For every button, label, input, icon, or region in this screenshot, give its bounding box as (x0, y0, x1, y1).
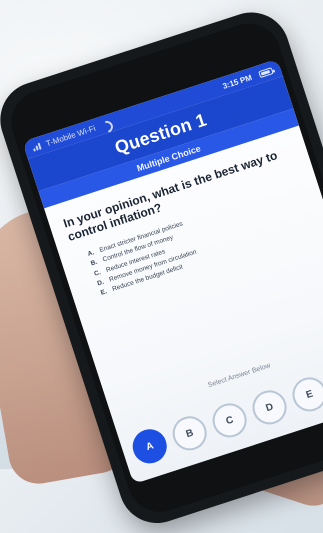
battery-icon (258, 66, 274, 78)
battery-level (260, 69, 271, 76)
wifi-icon (98, 119, 110, 130)
signal-icon (32, 141, 44, 152)
answer-choice-e[interactable]: E (288, 372, 323, 416)
answer-choice-b[interactable]: B (168, 411, 212, 455)
answer-choice-d[interactable]: D (248, 385, 291, 429)
answer-choice-a[interactable]: A (128, 424, 172, 468)
answer-choice-c[interactable]: C (208, 398, 252, 442)
answer-choices: A B C D E (125, 349, 323, 475)
option-key: E. (99, 288, 108, 298)
